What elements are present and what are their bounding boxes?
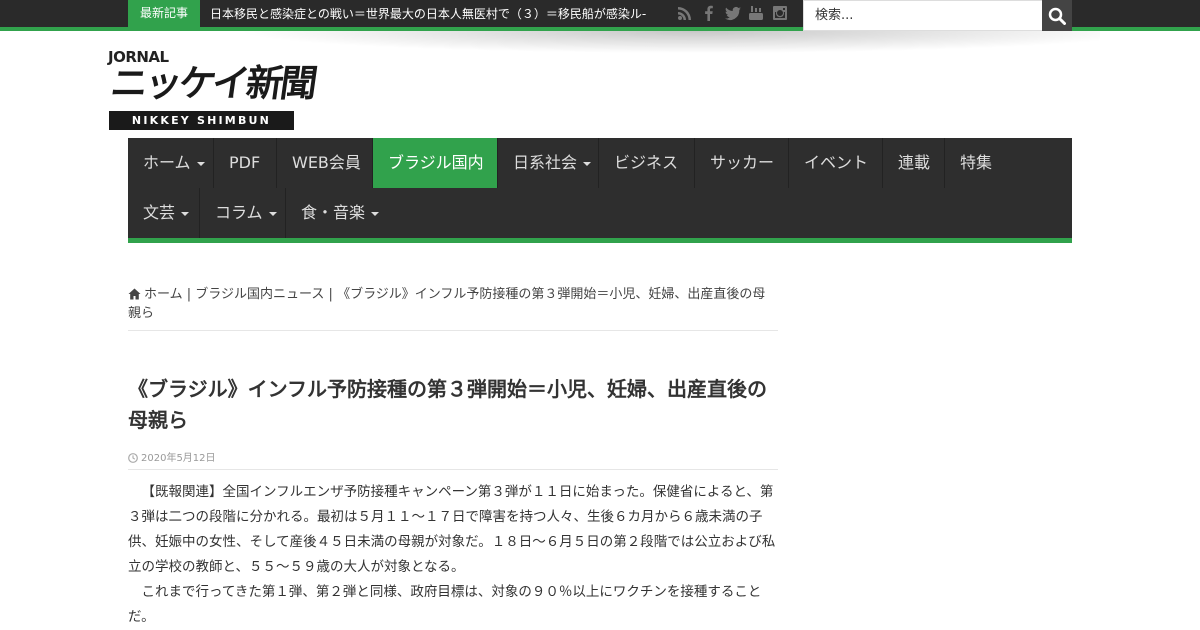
breadcrumb-category-link[interactable]: ブラジル国内ニュース (195, 287, 324, 302)
header-shadow (200, 31, 1100, 55)
nav-item-brazil-domestic[interactable]: ブラジル国内 (373, 138, 498, 188)
breaking-news-ticker[interactable]: 日本移民と感染症との戦い＝世界最大の日本人無医村で（３）＝移民船が感染ル- (210, 0, 650, 27)
nav-accent-line (128, 238, 1072, 243)
main-navigation: ホーム PDF WEB会員 ブラジル国内 日系社会 ビジネス サッカー イベント… (128, 138, 1072, 238)
breaking-news-label: 最新記事 (128, 0, 200, 27)
logo-main-text: ニッケイ新聞 (108, 62, 318, 105)
chevron-down-icon (196, 161, 205, 166)
nav-item-label: 連載 (898, 153, 931, 172)
nav-row-1: ホーム PDF WEB会員 ブラジル国内 日系社会 ビジネス サッカー イベント… (128, 138, 1007, 188)
home-icon (128, 288, 141, 300)
divider (128, 330, 778, 331)
nav-item-pdf[interactable]: PDF (214, 138, 277, 188)
nav-row-2: 文芸 コラム 食・音楽 (128, 188, 396, 238)
article-body: 【既報関連】全国インフルエンザ予防接種キャンペーン第３弾が１１日に始まった。保健… (128, 480, 778, 630)
nav-item-label: ビジネス (614, 153, 679, 172)
nav-item-business[interactable]: ビジネス (599, 138, 695, 188)
nav-item-web-member[interactable]: WEB会員 (277, 138, 373, 188)
nav-item-label: イベント (804, 153, 869, 172)
chevron-down-icon (371, 211, 380, 216)
nav-item-literature[interactable]: 文芸 (128, 188, 200, 238)
facebook-icon[interactable] (700, 5, 718, 23)
chevron-down-icon (583, 161, 592, 166)
youtube-icon[interactable] (747, 5, 765, 23)
search-box (803, 0, 1043, 31)
logo-sub-text: NIKKEY SHIMBUN (109, 111, 294, 130)
nav-item-food-music[interactable]: 食・音楽 (286, 188, 396, 238)
nav-item-label: PDF (229, 153, 261, 172)
chevron-down-icon (268, 211, 277, 216)
article-paragraph: これまで行ってきた第１弾、第２弾と同様、政府目標は、対象の９０％以上にワクチンを… (128, 584, 762, 625)
search-button[interactable] (1042, 0, 1072, 31)
search-input[interactable] (804, 1, 1042, 30)
breadcrumb-separator: | (186, 287, 192, 302)
nav-item-label: コラム (215, 203, 263, 222)
rss-icon[interactable] (676, 5, 694, 23)
nav-item-event[interactable]: イベント (789, 138, 883, 188)
nav-item-special[interactable]: 特集 (945, 138, 1007, 188)
article-meta: 2020年5月12日 (128, 449, 216, 464)
breadcrumb: ホーム | ブラジル国内ニュース | 《ブラジル》インフル予防接種の第３弾開始＝… (128, 285, 778, 323)
nav-item-label: サッカー (710, 153, 775, 172)
breadcrumb-home-link[interactable]: ホーム (144, 287, 183, 302)
nav-item-label: 日系社会 (513, 153, 578, 172)
search-icon (1048, 7, 1066, 25)
article-title: 《ブラジル》インフル予防接種の第３弾開始＝小児、妊婦、出産直後の母親ら (128, 377, 767, 432)
nav-item-label: 文芸 (143, 203, 176, 222)
nav-item-soccer[interactable]: サッカー (695, 138, 789, 188)
nav-item-series[interactable]: 連載 (883, 138, 945, 188)
article-date: 2020年5月12日 (141, 453, 216, 464)
nav-item-home[interactable]: ホーム (128, 138, 214, 188)
nav-item-label: WEB会員 (292, 153, 361, 172)
nav-item-label: ブラジル国内 (388, 153, 484, 172)
twitter-icon[interactable] (724, 5, 742, 23)
instagram-icon[interactable] (771, 5, 789, 23)
nav-item-column[interactable]: コラム (200, 188, 286, 238)
nav-item-nikkei-society[interactable]: 日系社会 (498, 138, 599, 188)
nav-item-label: 特集 (960, 153, 993, 172)
divider (128, 469, 778, 470)
article-paragraph: 【既報関連】全国インフルエンザ予防接種キャンペーン第３弾が１１日に始まった。保健… (128, 484, 776, 575)
nav-item-label: ホーム (143, 153, 191, 172)
site-logo[interactable]: JORNAL ニッケイ新聞 NIKKEY SHIMBUN (108, 48, 317, 132)
clock-icon (128, 453, 138, 463)
breadcrumb-separator: | (328, 287, 333, 302)
chevron-down-icon (181, 211, 190, 216)
nav-item-label: 食・音楽 (301, 203, 366, 222)
